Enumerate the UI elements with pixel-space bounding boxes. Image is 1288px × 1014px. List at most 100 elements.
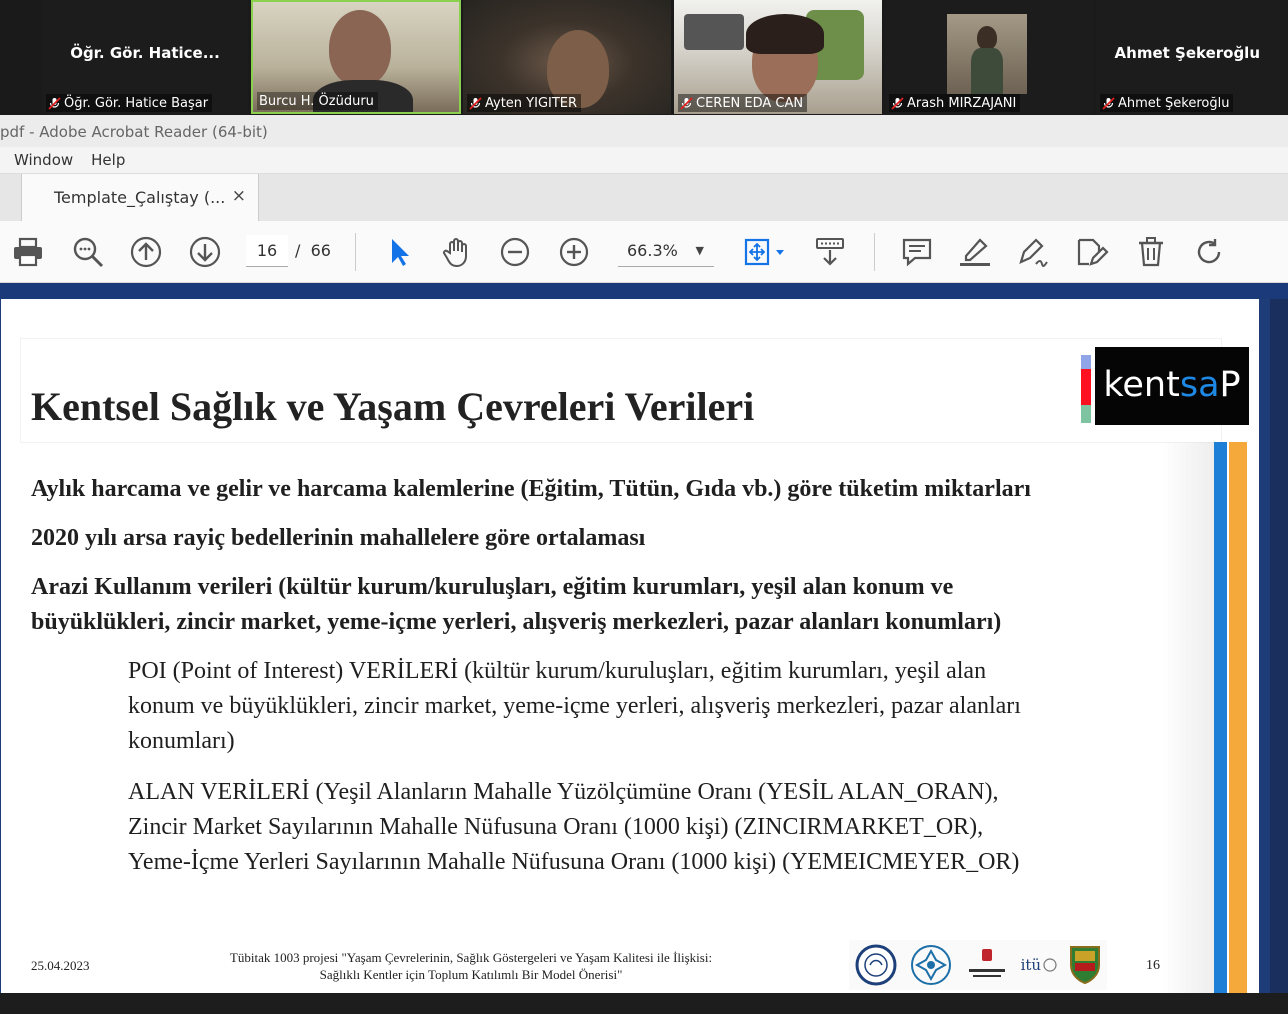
partner-logos: itü <box>849 940 1107 990</box>
zoom-level-select[interactable]: 66.3% ▼ <box>618 235 714 267</box>
muted-mic-icon <box>48 96 61 110</box>
participant-tile-burcu[interactable]: Burcu H. Özüduru <box>251 0 461 114</box>
bullet-bold-text: Aylık harcama ve gelir ve harcama kaleml… <box>31 476 1031 502</box>
participant-namebar: Burcu H. Özüduru <box>257 92 378 110</box>
participant-name: Burcu H. Özüduru <box>259 93 374 109</box>
participant-namebar: Ahmet Şekeroğlu <box>1100 94 1234 112</box>
participant-video-background-object <box>684 14 744 50</box>
participant-profile-picture <box>947 14 1027 94</box>
participant-tile-ayten[interactable]: Ayten YIGITER <box>463 0 671 114</box>
participant-name: CEREN EDA CAN <box>696 95 804 111</box>
slide-side-stripe-orange <box>1229 442 1247 993</box>
muted-mic-icon <box>469 96 482 110</box>
pdf-page[interactable]: Kentsel Sağlık ve Yaşam Çevreleri Verile… <box>1 299 1259 993</box>
alan-paragraph-line: Yeme-İçme Yerleri Sayılarının Mahalle Nü… <box>128 849 1020 875</box>
zoom-in-icon[interactable] <box>557 235 591 269</box>
page-separator: / <box>295 241 301 260</box>
muted-mic-icon <box>891 96 904 110</box>
footer-page-number: 16 <box>1146 958 1160 973</box>
participant-namebar: Arash MIRZAJANI <box>889 94 1021 112</box>
participant-display-name: Öğr. Gör. Hatice... <box>70 44 220 62</box>
document-tab-bar: Template_Çalıştay (... × <box>0 174 1288 221</box>
bullet-bold-text: büyüklükleri, zincir market, yeme-içme y… <box>31 609 1002 635</box>
logo-color-bars <box>1081 355 1091 423</box>
delete-icon[interactable] <box>1134 235 1168 269</box>
participant-namebar: Öğr. Gör. Hatice Başar <box>46 94 213 112</box>
scroll-mode-icon[interactable] <box>813 235 847 269</box>
current-page-input[interactable]: 16 <box>246 235 288 267</box>
shield-crest-logo <box>1070 946 1100 985</box>
osmangazi-university-logo <box>910 945 951 985</box>
video-participant-strip: Öğr. Gör. Hatice... Öğr. Gör. Hatice Baş… <box>0 0 1288 115</box>
document-viewport-top-edge <box>0 283 1288 299</box>
poi-paragraph-line: konum ve büyüklükleri, zincir market, ye… <box>128 693 1021 719</box>
zoom-out-magnifier-icon[interactable] <box>71 235 105 269</box>
hand-tool-icon[interactable] <box>440 235 474 269</box>
rotate-icon[interactable] <box>1192 235 1226 269</box>
logo-text-part: kent <box>1103 365 1180 405</box>
poi-paragraph-line: konumları) <box>128 728 235 754</box>
toolbar-divider <box>355 233 356 271</box>
participant-tile-arash[interactable]: Arash MIRZAJANI <box>885 0 1093 114</box>
university-seal-logo <box>855 944 897 986</box>
hacettepe-university-logo <box>968 949 1005 977</box>
participant-namebar: Ayten YIGITER <box>467 94 582 112</box>
zoom-out-icon[interactable] <box>498 235 532 269</box>
zoom-level-value: 66.3% <box>627 241 678 260</box>
logo-text-part: P <box>1219 365 1241 405</box>
footer-project-line: Tübitak 1003 projesi "Yaşam Çevrelerinin… <box>229 950 713 965</box>
bullet-bold-text: Arazi Kullanım verileri (kültür kurum/ku… <box>31 574 954 600</box>
tab-close-icon[interactable]: × <box>232 186 246 206</box>
print-icon[interactable] <box>11 235 45 269</box>
participant-name: Ahmet Şekeroğlu <box>1118 95 1230 111</box>
participant-tile-hatice[interactable]: Öğr. Gör. Hatice... Öğr. Gör. Hatice Baş… <box>42 0 248 114</box>
document-tab[interactable]: Template_Çalıştay (... × <box>21 174 259 221</box>
menu-item-window[interactable]: Window <box>14 151 73 169</box>
toolbar-divider <box>874 233 875 271</box>
comment-icon[interactable] <box>900 235 934 269</box>
slide-side-stripe-blue <box>1214 442 1227 993</box>
itu-logo-text: itü <box>1020 956 1042 974</box>
slide-title: Kentsel Sağlık ve Yaşam Çevreleri Verile… <box>31 384 755 429</box>
highlight-icon[interactable] <box>958 235 992 269</box>
footer-project-line: Sağlıklı Kentler için Toplum Katılımlı B… <box>319 967 623 982</box>
slide-side-shadow <box>1161 442 1215 993</box>
window-title: pdf - Adobe Acrobat Reader (64-bit) <box>0 123 268 141</box>
fill-sign-icon[interactable] <box>1075 235 1109 269</box>
poi-paragraph-line: POI (Point of Interest) VERİLERİ (kültür… <box>128 658 987 684</box>
participant-display-name: Ahmet Şekeroğlu <box>1114 44 1260 62</box>
logo-text-part: sa <box>1179 365 1220 405</box>
menu-item-help[interactable]: Help <box>91 151 125 169</box>
participant-name: Öğr. Gör. Hatice Başar <box>64 95 209 111</box>
logo-bar-red <box>1081 369 1091 405</box>
participant-name: Ayten YIGITER <box>485 95 578 111</box>
muted-mic-icon <box>1102 96 1115 110</box>
page-down-icon[interactable] <box>188 235 222 269</box>
footer-project-text: Tübitak 1003 projesi "Yaşam Çevrelerinin… <box>201 949 741 983</box>
footer-date: 25.04.2023 <box>31 958 90 973</box>
total-pages: / 66 <box>295 235 331 267</box>
logo-bar-green <box>1081 405 1091 423</box>
participant-video-hair <box>746 14 824 54</box>
logo-bar-blue <box>1081 355 1091 369</box>
kentsap-logo-text: kentsaP <box>1095 365 1249 405</box>
menu-bar: Window Help <box>0 147 1288 174</box>
viewport-bottom-edge <box>0 993 1288 1014</box>
window-titlebar: pdf - Adobe Acrobat Reader (64-bit) <box>0 115 1288 147</box>
participant-name: Arash MIRZAJANI <box>907 95 1017 111</box>
kentsap-logo: kentsaP <box>1095 347 1249 425</box>
chevron-down-icon: ▼ <box>695 244 704 257</box>
participant-video-face <box>329 10 391 86</box>
profile-picture-head <box>977 26 997 50</box>
itu-seal-icon <box>1043 958 1057 972</box>
participant-tile-ceren[interactable]: CEREN EDA CAN <box>674 0 882 114</box>
select-cursor-icon[interactable] <box>381 235 415 269</box>
page-up-icon[interactable] <box>129 235 163 269</box>
sign-icon[interactable] <box>1016 235 1050 269</box>
itu-logo: itü <box>1021 956 1058 974</box>
fit-page-icon[interactable] <box>741 235 789 269</box>
viewport-right-edge <box>1270 299 1288 1014</box>
muted-mic-icon <box>680 96 693 110</box>
participant-tile-ahmet[interactable]: Ahmet Şekeroğlu Ahmet Şekeroğlu <box>1096 0 1288 114</box>
document-tab-label: Template_Çalıştay (... <box>54 188 226 207</box>
